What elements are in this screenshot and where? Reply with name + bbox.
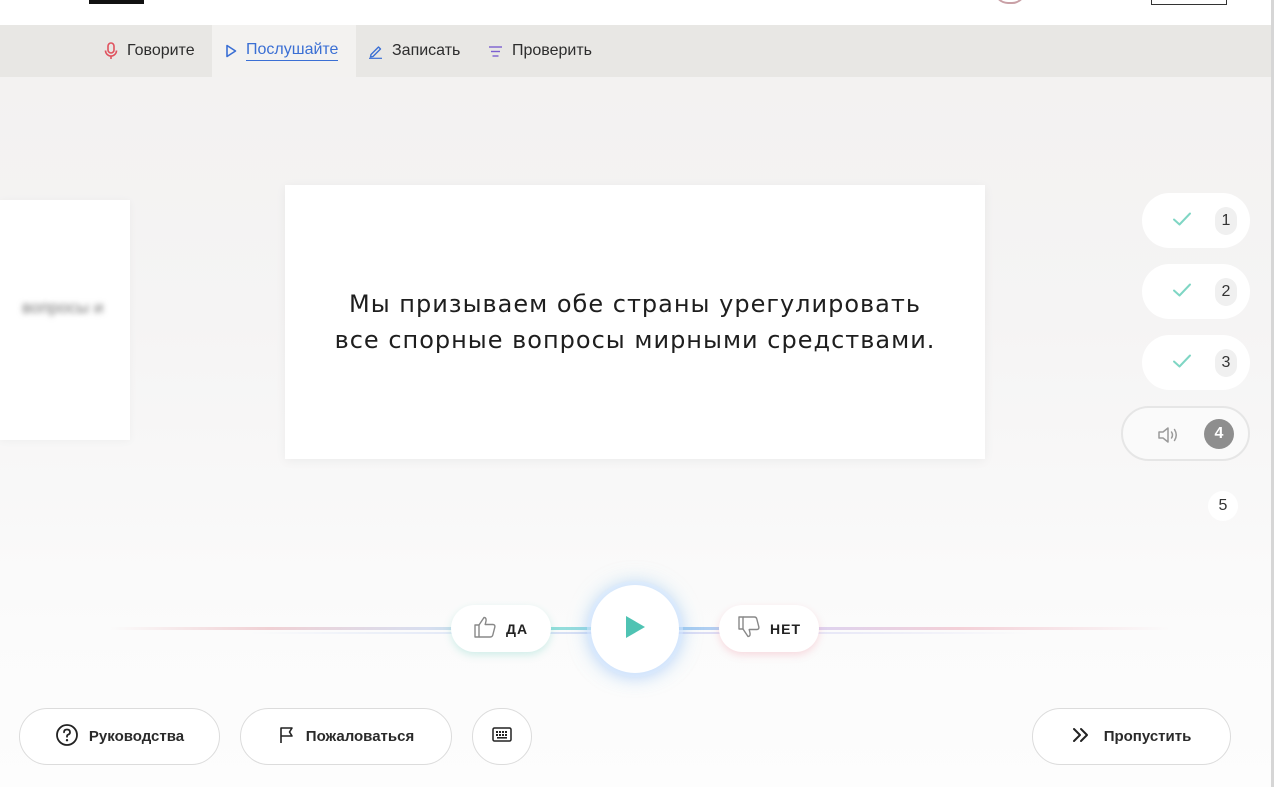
step-number: 1 <box>1215 207 1237 235</box>
tab-speak-label: Говорите <box>127 42 195 59</box>
step-2[interactable]: 2 <box>1142 264 1250 319</box>
pencil-icon <box>368 44 383 59</box>
vote-yes-label: ДА <box>506 620 529 637</box>
report-label: Пожаловаться <box>305 728 415 745</box>
skip-button[interactable]: Пропустить <box>1032 708 1231 765</box>
step-5[interactable]: 5 <box>1208 491 1238 521</box>
tab-write[interactable]: Записать <box>368 25 460 77</box>
play-icon <box>623 614 647 645</box>
logo[interactable] <box>89 0 144 4</box>
keyboard-icon <box>492 727 512 746</box>
play-outline-icon <box>225 44 237 58</box>
vote-no-label: НЕТ <box>770 620 801 637</box>
step-number: 4 <box>1204 419 1234 449</box>
tab-check[interactable]: Проверить <box>488 25 592 77</box>
keyboard-shortcuts-button[interactable] <box>472 708 532 765</box>
previous-sentence-card: вопросы и <box>0 200 130 440</box>
avatar[interactable] <box>994 0 1026 4</box>
vote-no-button[interactable]: НЕТ <box>719 605 819 652</box>
sentence-card: Мы призываем обе страны урегулировать вс… <box>285 185 985 459</box>
tab-speak[interactable]: Говорите <box>104 25 195 77</box>
top-header <box>0 0 1274 25</box>
report-button[interactable]: Пожаловаться <box>240 708 452 765</box>
check-icon <box>1172 211 1192 232</box>
tab-check-label: Проверить <box>512 42 593 59</box>
play-button[interactable] <box>591 585 679 673</box>
help-circle-icon <box>55 723 79 751</box>
microphone-icon <box>104 42 118 60</box>
tab-listen-label: Послушайте <box>246 41 339 61</box>
check-icon <box>1172 282 1192 303</box>
skip-label: Пропустить <box>1103 728 1192 745</box>
flag-icon <box>278 726 296 748</box>
list-check-icon <box>488 45 503 58</box>
step-3[interactable]: 3 <box>1142 335 1250 390</box>
check-icon <box>1172 353 1192 374</box>
language-selector[interactable] <box>1151 0 1227 5</box>
speaker-icon <box>1157 425 1181 450</box>
step-4-current[interactable]: 4 <box>1121 406 1250 461</box>
guides-label: Руководства <box>88 728 185 745</box>
step-number: 2 <box>1215 278 1237 306</box>
thumbs-up-icon <box>473 615 497 642</box>
mode-tabbar: Говорите Послушайте Записать Проверить <box>0 25 1274 77</box>
thumbs-down-icon <box>737 615 761 642</box>
sentence-text: Мы призываем обе страны урегулировать вс… <box>334 290 936 354</box>
step-1[interactable]: 1 <box>1142 193 1250 248</box>
vote-yes-button[interactable]: ДА <box>451 605 551 652</box>
double-chevron-right-icon <box>1072 727 1090 747</box>
previous-sentence-text: вопросы и <box>22 298 104 317</box>
tab-listen[interactable]: Послушайте <box>212 25 356 77</box>
tab-write-label: Записать <box>392 42 461 59</box>
step-number: 3 <box>1215 349 1237 377</box>
guides-button[interactable]: Руководства <box>19 708 220 765</box>
